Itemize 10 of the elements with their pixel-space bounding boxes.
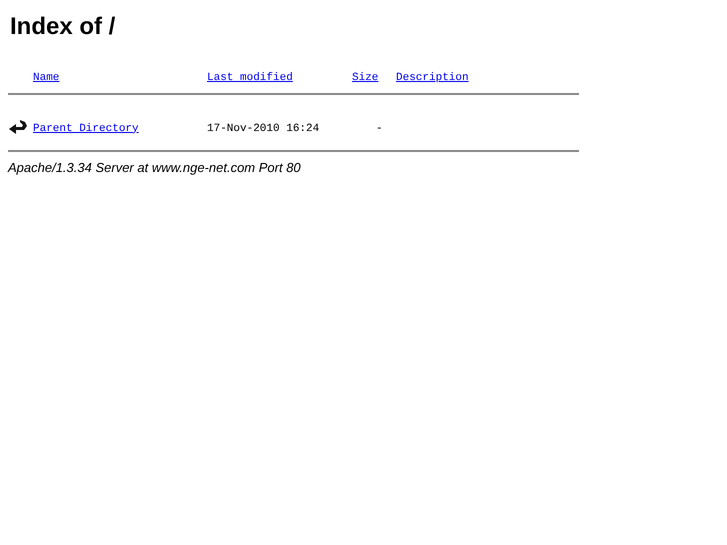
column-sort-link[interactable]: Size	[352, 70, 396, 86]
modified-date: 17-Nov-2010 16:24	[207, 122, 320, 136]
server-signature: Apache/1.3.34 Server at www.nge-net.com Port 80	[8, 159, 302, 177]
page-title: Index of /	[10, 12, 116, 42]
column-sort-link[interactable]: Name	[33, 70, 207, 86]
back-arrow-icon	[8, 119, 28, 137]
parent-directory-link[interactable]: Parent Directory	[33, 120, 207, 137]
column-sort-link[interactable]: Description	[396, 70, 469, 86]
column-sort-link[interactable]: Last modified	[207, 70, 352, 86]
file-size: -	[376, 122, 383, 136]
